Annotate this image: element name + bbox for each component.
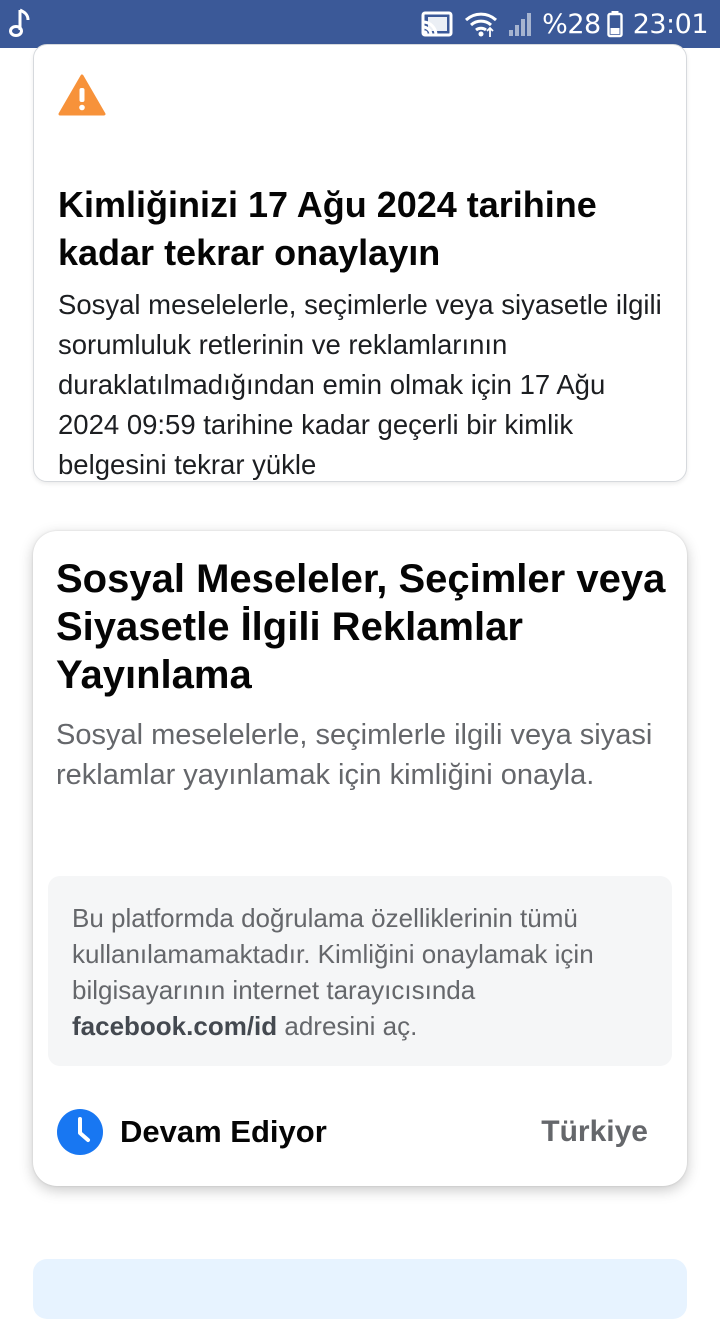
- country-label: Türkiye: [541, 1115, 648, 1148]
- signal-icon: [508, 10, 532, 38]
- ads-card-description: Sosyal meselelerle, seçimlerle ilgili ve…: [56, 719, 653, 791]
- next-card[interactable]: [33, 1259, 687, 1319]
- battery-percent: %28: [542, 8, 601, 40]
- status-label: Devam Ediyor: [120, 1114, 327, 1149]
- cast-icon: [420, 10, 454, 38]
- ads-card-title: Sosyal Meseleler, Seçimler veya Siyasetl…: [56, 557, 666, 697]
- info-text-before: Bu platformda doğrulama özelliklerinin t…: [72, 903, 594, 1005]
- political-ads-card[interactable]: Sosyal Meseleler, Seçimler veya Siyasetl…: [33, 531, 687, 1186]
- warning-body: Sosyal meselelerle, seçimlerle veya siya…: [58, 289, 662, 480]
- info-text-after: adresini aç.: [277, 1011, 418, 1041]
- warning-title: Kimliğinizi 17 Ağu 2024 tarihine kadar t…: [58, 184, 597, 273]
- platform-info-text: Bu platformda doğrulama özelliklerinin t…: [72, 900, 648, 1044]
- reverify-warning-card[interactable]: Kimliğinizi 17 Ağu 2024 tarihine kadar t…: [33, 44, 687, 482]
- clock-icon: [56, 1108, 104, 1156]
- status-bar: %28 23:01: [0, 0, 720, 48]
- battery-icon: [606, 10, 623, 38]
- battery-indicator: %28: [542, 9, 623, 40]
- wifi-icon: [464, 10, 498, 38]
- status-icons: %28 23:01: [420, 0, 709, 48]
- facebook-id-link[interactable]: facebook.com/id: [72, 1011, 277, 1041]
- music-note-icon: [8, 6, 36, 42]
- platform-info-box: Bu platformda doğrulama özelliklerinin t…: [48, 876, 672, 1066]
- clock-time: 23:01: [632, 8, 709, 40]
- verification-status-row: Devam Ediyor Türkiye: [56, 1108, 648, 1156]
- warning-icon: [58, 73, 106, 117]
